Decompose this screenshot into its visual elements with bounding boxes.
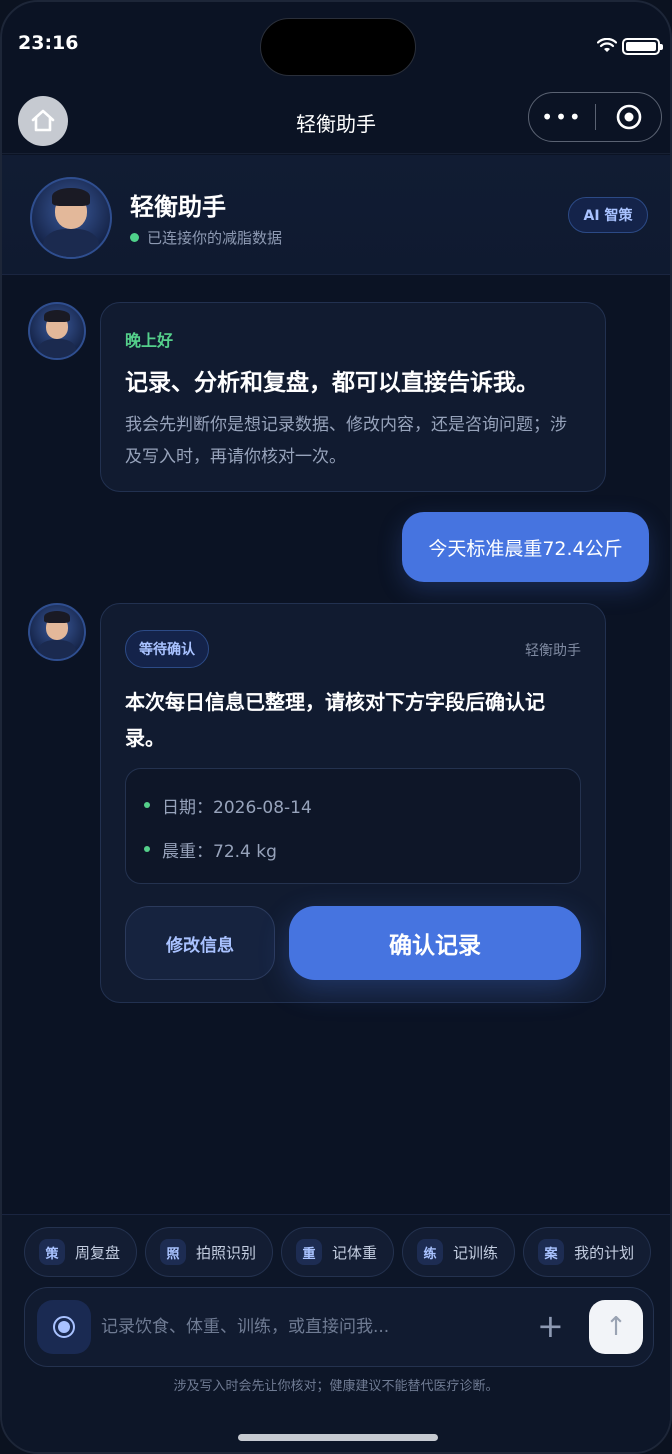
message-avatar xyxy=(28,603,86,661)
bullet-icon xyxy=(144,846,150,852)
chip-label: 拍照识别 xyxy=(196,1243,257,1262)
miniprogram-capsule: ••• xyxy=(528,92,662,142)
wifi-icon xyxy=(597,38,617,52)
battery-icon xyxy=(622,38,663,55)
sender-label: 轻衡助手 xyxy=(525,643,581,659)
chip-label: 记体重 xyxy=(332,1243,378,1262)
input-bar: + ↑ xyxy=(24,1287,654,1367)
assistant-name: 轻衡助手 xyxy=(130,193,226,221)
assistant-avatar xyxy=(30,177,112,259)
bullet-icon xyxy=(144,802,150,808)
chip-photo-recognize[interactable]: 照 拍照识别 xyxy=(145,1227,274,1277)
composer-area: 策 周复盘 照 拍照识别 重 记体重 练 记训练 案 我的计划 + xyxy=(2,1214,670,1452)
arrow-up-icon: ↑ xyxy=(605,1312,627,1342)
field-date: 日期：2026-08-14 xyxy=(144,783,562,827)
pending-badge: 等待确认 xyxy=(125,630,209,668)
field-weight-text: 晨重：72.4 kg xyxy=(162,841,277,862)
confirm-message: 等待确认 轻衡助手 本次每日信息已整理，请核对下方字段后确认记录。 日期：202… xyxy=(100,603,606,1003)
confirm-record-button[interactable]: 确认记录 xyxy=(289,906,581,980)
ai-badge[interactable]: AI 智策 xyxy=(568,197,648,233)
record-fields: 日期：2026-08-14 晨重：72.4 kg xyxy=(125,768,581,884)
chip-weekly-review[interactable]: 策 周复盘 xyxy=(24,1227,138,1277)
confirm-title: 本次每日信息已整理，请核对下方字段后确认记录。 xyxy=(125,690,545,750)
more-button[interactable]: ••• xyxy=(529,105,595,129)
status-bar: 23:16 xyxy=(2,2,670,88)
user-message: 今天标准晨重72.4公斤 xyxy=(402,512,649,582)
connection-status-text: 已连接你的减脂数据 xyxy=(147,229,283,247)
close-miniprogram-button[interactable] xyxy=(596,103,661,131)
assistant-header: 轻衡助手 已连接你的减脂数据 AI 智策 xyxy=(2,155,670,275)
greeting-text: 晚上好 xyxy=(125,331,174,350)
online-dot-icon xyxy=(130,233,139,242)
quick-actions: 策 周复盘 照 拍照识别 重 记体重 练 记训练 案 我的计划 xyxy=(24,1227,654,1279)
phone-screen: 23:16 轻衡助手 ••• 轻衡助手 已连接你的减脂数据 AI 智策 晚上好 … xyxy=(0,0,672,1454)
home-indicator[interactable] xyxy=(238,1434,438,1441)
review-icon: 策 xyxy=(39,1239,65,1265)
connection-status: 已连接你的减脂数据 xyxy=(130,227,282,248)
field-weight: 晨重：72.4 kg xyxy=(144,827,562,871)
chip-log-training[interactable]: 练 记训练 xyxy=(402,1227,516,1277)
dynamic-island xyxy=(260,18,416,76)
disclaimer-text: 涉及写入时会先让你核对；健康建议不能替代医疗诊断。 xyxy=(173,1379,499,1394)
weight-icon: 重 xyxy=(296,1239,323,1265)
send-button[interactable]: ↑ xyxy=(589,1300,643,1354)
training-icon: 练 xyxy=(417,1239,444,1265)
welcome-title: 记录、分析和复盘，都可以直接告诉我。 xyxy=(125,370,539,396)
chip-label: 周复盘 xyxy=(75,1243,121,1262)
chip-label: 我的计划 xyxy=(574,1243,635,1262)
chip-label: 记训练 xyxy=(453,1243,499,1262)
voice-button[interactable] xyxy=(37,1300,91,1354)
chip-my-plan[interactable]: 案 我的计划 xyxy=(523,1227,652,1277)
message-avatar xyxy=(28,302,86,360)
chat-input[interactable] xyxy=(101,1310,521,1344)
field-date-text: 日期：2026-08-14 xyxy=(162,797,312,818)
plan-icon: 案 xyxy=(538,1239,565,1265)
edit-info-button[interactable]: 修改信息 xyxy=(125,906,275,980)
add-attachment-button[interactable]: + xyxy=(537,1306,564,1346)
welcome-body: 我会先判断你是想记录数据、修改内容，还是咨询问题；涉及写入时，再请你核对一次。 xyxy=(125,415,567,467)
status-time: 23:16 xyxy=(18,32,79,54)
chip-log-weight[interactable]: 重 记体重 xyxy=(281,1227,395,1277)
photo-icon: 照 xyxy=(160,1239,187,1265)
welcome-message: 晚上好 记录、分析和复盘，都可以直接告诉我。 我会先判断你是想记录数据、修改内容… xyxy=(100,302,606,492)
record-icon xyxy=(53,1316,75,1338)
target-icon xyxy=(616,104,641,130)
nav-bar: 轻衡助手 ••• xyxy=(2,88,670,154)
